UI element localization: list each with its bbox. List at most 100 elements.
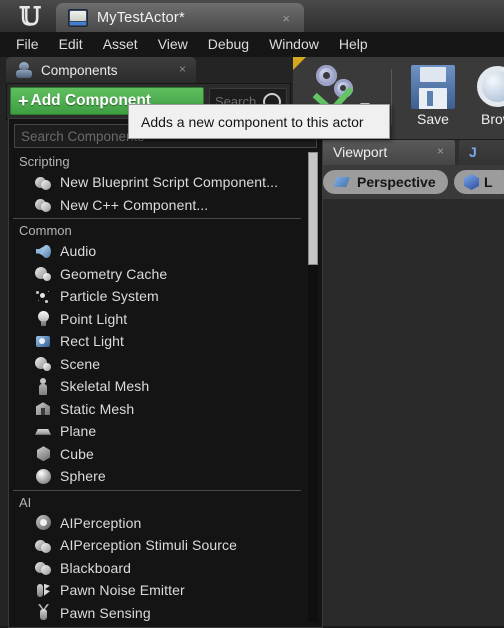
skeletal-mesh-icon [35,377,52,395]
static-mesh-icon [35,400,52,417]
cube-icon [35,445,52,462]
pawn-sensing-icon [35,604,52,621]
document-tab-mytestactor[interactable]: MyTestActor* × [56,3,304,32]
dropdown-scrollbar[interactable] [308,152,318,622]
plane-icon [35,423,52,440]
particle-system-icon [35,288,52,305]
save-button[interactable]: Save [401,61,465,133]
viewport-canvas[interactable] [293,199,504,626]
list-item-label: Point Light [60,310,128,327]
list-item-label: Rect Light [60,333,125,350]
document-tab-label: MyTestActor* [97,9,185,26]
list-item[interactable]: Skeletal Mesh [13,375,301,398]
sphere-icon [35,468,52,485]
save-button-label: Save [417,111,449,127]
list-item-label: Geometry Cache [60,265,168,282]
list-item[interactable]: Audio [13,240,301,263]
list-item-label: Pawn Noise Emitter [60,582,185,599]
scene-icon [35,355,52,372]
menu-item-file[interactable]: File [6,32,49,57]
viewport-toolbar: Perspective L [293,165,504,199]
list-item[interactable]: AIPerception Stimuli Source [13,534,301,557]
ai-perception-icon [35,514,52,531]
rect-light-icon [35,333,52,350]
menu-item-debug[interactable]: Debug [198,32,259,57]
close-icon[interactable]: × [437,144,444,158]
list-item[interactable]: Sphere [13,465,301,488]
close-icon[interactable]: × [282,11,290,26]
category-header-common: Common [13,218,301,240]
browse-button[interactable]: Brow [465,61,504,133]
tab-secondary-label: J [469,144,477,160]
list-item-label: Cube [60,445,94,462]
pawn-noise-emitter-icon [35,582,52,599]
blueprint-component-icon [35,174,52,191]
blueprint-component-icon [35,537,52,554]
menu-bar: File Edit Asset View Debug Window Help [0,32,504,58]
menu-item-asset[interactable]: Asset [93,32,148,57]
audio-icon [35,243,52,260]
list-item[interactable]: Point Light [13,308,301,331]
viewport-tab-row: Viewport × J [293,139,504,165]
list-item-label: New Blueprint Script Component... [60,174,279,191]
close-icon[interactable]: × [179,62,186,76]
list-item-label: AIPerception Stimuli Source [60,537,238,554]
menu-item-help[interactable]: Help [329,32,378,57]
list-item[interactable]: Plane [13,420,301,443]
category-header-scripting: Scripting [19,154,70,169]
menu-item-view[interactable]: View [148,32,198,57]
dropdown-search-placeholder: Search Components [21,128,145,144]
dropdown-item-list: Scripting New Blueprint Script Component… [13,152,301,622]
add-component-dropdown: Search Components Scripting New Blueprin… [8,118,323,628]
unsaved-marker [293,57,306,70]
viewport-view-mode-button[interactable]: L [454,170,504,194]
tab-components-label: Components [41,62,118,78]
list-item-label: Pawn Sensing [60,604,151,621]
tab-components[interactable]: Components × [6,57,196,83]
list-item-label: Plane [60,423,97,440]
list-item-label: Particle System [60,288,159,305]
menu-item-window[interactable]: Window [259,32,329,57]
tab-viewport[interactable]: Viewport × [321,139,455,165]
category-header-ai: AI [13,489,301,512]
list-item[interactable]: AIPerception [13,512,301,535]
viewport-view-mode-label: L [484,174,493,190]
list-item[interactable]: Static Mesh [13,398,301,421]
list-item-label: Audio [60,243,97,260]
toolbar-separator [391,69,392,125]
list-item-label: Skeletal Mesh [60,378,150,395]
dropdown-scrollbar-thumb[interactable] [308,152,318,265]
blueprint-component-icon [35,196,52,213]
list-item-label: Blackboard [60,559,132,576]
list-item[interactable]: Cube [13,443,301,466]
magnifier-icon [475,65,504,109]
list-item[interactable]: New C++ Component... [13,194,301,217]
list-item[interactable]: Geometry Cache [13,263,301,286]
floppy-disk-icon [411,65,455,109]
list-item[interactable]: Scene [13,353,301,376]
lit-cube-icon [464,174,479,190]
menu-item-edit[interactable]: Edit [49,32,93,57]
list-item-label: Scene [60,355,101,372]
plus-icon: + [18,91,29,111]
tooltip-text: Adds a new component to this actor [141,113,364,130]
blueprint-component-icon [35,559,52,576]
list-item-label: AIPerception [60,514,142,531]
viewport-camera-mode-button[interactable]: Perspective [323,170,448,194]
unreal-logo[interactable]: 𝕌 [6,2,54,30]
tab-viewport-label: Viewport [333,144,388,160]
list-item[interactable]: Particle System [13,285,301,308]
list-item[interactable]: Pawn Noise Emitter [13,579,301,602]
tab-secondary[interactable]: J [459,139,504,165]
list-item[interactable]: New Blueprint Script Component... [13,171,301,194]
list-item-label: New C++ Component... [60,196,209,213]
list-item[interactable]: Rect Light [13,330,301,353]
tooltip: Adds a new component to this actor [128,104,390,139]
browse-button-label: Brow [481,111,504,127]
geometry-cache-icon [35,265,52,282]
list-item[interactable]: Pawn Sensing [13,602,301,623]
list-item-label: Sphere [60,468,106,485]
perspective-icon [333,176,350,188]
list-item[interactable]: Blackboard [13,557,301,580]
viewport-camera-mode-label: Perspective [357,174,436,190]
